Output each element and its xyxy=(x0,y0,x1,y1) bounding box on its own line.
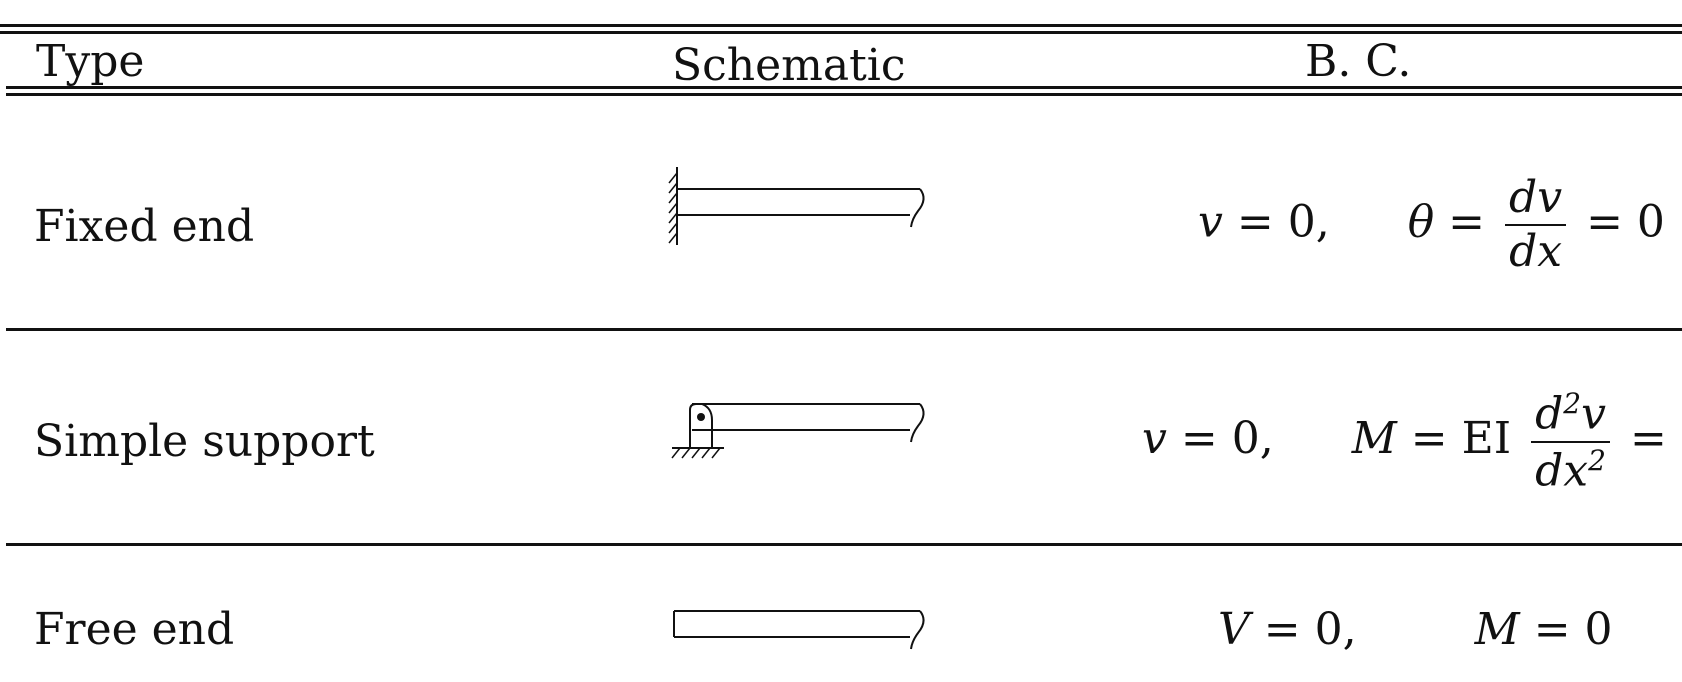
header-rule-2 xyxy=(6,93,1682,96)
row-type-fixed-end: Fixed end xyxy=(34,201,255,252)
bc-var-v: v xyxy=(1198,196,1223,248)
bc-den: dx2 xyxy=(1535,443,1606,497)
bc-moment: M xyxy=(1474,604,1520,655)
bc-moment: M xyxy=(1351,413,1397,465)
top-rule-2 xyxy=(0,31,1682,34)
bc-ei: = EI xyxy=(1410,413,1512,465)
bc-num: dv xyxy=(1509,172,1563,223)
bc-derivative: dv dx xyxy=(1505,172,1567,277)
bc-eq-a: = 0, xyxy=(1236,196,1330,248)
row-type-free-end: Free end xyxy=(34,604,235,655)
bc-eq-a: = 0, xyxy=(1180,413,1274,465)
bc-eq-b: = 0 xyxy=(1533,604,1613,655)
bc-free-end: V = 0, M = 0 xyxy=(1218,608,1613,652)
bc-fixed-end: v = 0, θ = dv dx = 0 xyxy=(1198,176,1665,274)
top-rule-1 xyxy=(0,24,1682,27)
bc-den: dx xyxy=(1509,226,1563,277)
cantilever-fixed-support-icon xyxy=(668,167,925,245)
header-type: Type xyxy=(36,36,145,87)
row-type-simple-support: Simple support xyxy=(34,416,375,467)
bc-eq-b: = 0 xyxy=(1586,196,1665,248)
free-end-beam-icon xyxy=(673,610,925,650)
bc-second-derivative: d2v dx2 xyxy=(1531,390,1610,493)
pin-support-icon xyxy=(671,403,925,459)
bc-shear: V xyxy=(1218,604,1250,655)
bc-eq-b: = 0 xyxy=(1629,413,1682,465)
row-divider-1 xyxy=(6,328,1682,331)
header-bc: B. C. xyxy=(1305,36,1412,87)
bc-num: d2v xyxy=(1535,387,1606,440)
bc-eq-a: = 0, xyxy=(1263,604,1357,655)
bc-simple-support: v = 0, M = EI d2v dx2 = 0 xyxy=(1142,390,1682,493)
bc-var-v: v xyxy=(1142,413,1167,465)
header-schematic: Schematic xyxy=(672,40,906,91)
row-divider-2 xyxy=(6,543,1682,546)
bc-theta: θ = xyxy=(1407,196,1486,248)
